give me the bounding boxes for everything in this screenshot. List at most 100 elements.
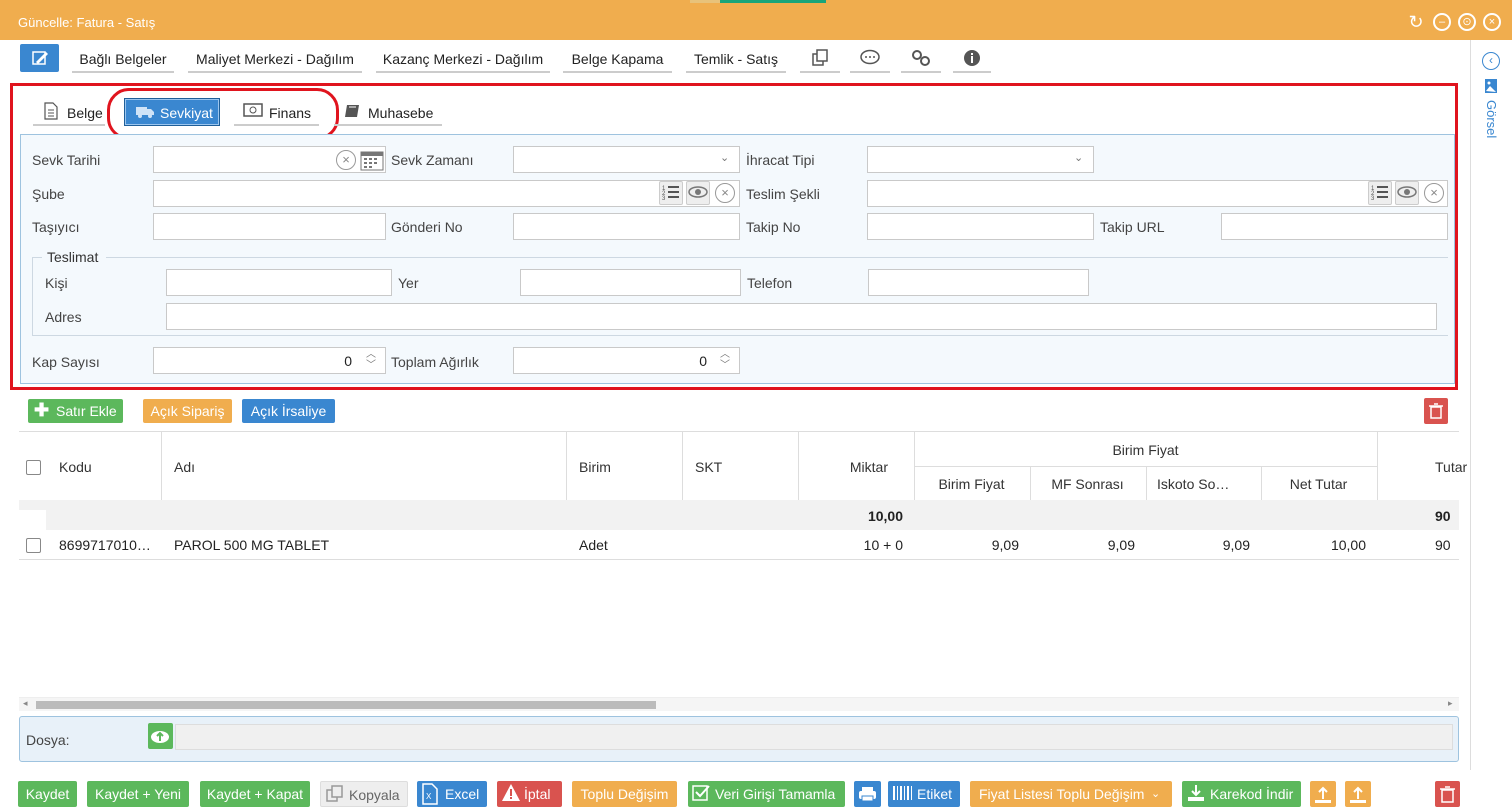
ihracat-tipi-select[interactable] xyxy=(867,146,1094,173)
refresh-icon[interactable]: ↻ xyxy=(1407,13,1425,31)
warning-icon xyxy=(501,783,521,810)
yer-input[interactable] xyxy=(520,269,741,296)
edit-button[interactable] xyxy=(20,44,59,72)
teslimat-legend: Teslimat xyxy=(47,249,99,265)
header-birim-fiyat[interactable]: Birim Fiyat xyxy=(914,476,1029,492)
spinner-icon[interactable]: ︿ ﹀ xyxy=(720,349,730,371)
kaydet-kapat-button[interactable]: Kaydet + Kapat xyxy=(200,781,310,807)
adres-input[interactable] xyxy=(166,303,1437,330)
delete-document-button[interactable] xyxy=(1435,781,1460,807)
teslim-sekli-input[interactable] xyxy=(867,180,1448,207)
scroll-left-icon[interactable]: ◂ xyxy=(23,698,28,709)
horizontal-scrollbar[interactable]: ◂ ▸ xyxy=(19,697,1459,711)
tab-muhasebe[interactable]: Muhasebe xyxy=(334,98,442,126)
takip-no-input[interactable] xyxy=(867,213,1094,240)
excel-button[interactable]: X Excel xyxy=(417,781,487,807)
kisi-input[interactable] xyxy=(166,269,392,296)
close-icon[interactable]: × xyxy=(1483,13,1501,31)
print-button[interactable] xyxy=(854,781,881,807)
veri-girisi-tamamla-button[interactable]: Veri Girişi Tamamla xyxy=(688,781,845,807)
ihracat-tipi-label: İhracat Tipi xyxy=(746,152,815,168)
fieldset-border xyxy=(32,335,1448,336)
document-icon xyxy=(43,102,59,123)
toolbar-maliyet-merkezi[interactable]: Maliyet Merkezi - Dağılım xyxy=(188,44,362,73)
eye-icon[interactable] xyxy=(1395,181,1419,205)
header-mf-sonrasi[interactable]: MF Sonrası xyxy=(1030,476,1145,492)
upload-button-2[interactable] xyxy=(1345,781,1371,807)
iptal-button[interactable]: İptal xyxy=(497,781,562,807)
tasiyici-input[interactable] xyxy=(153,213,386,240)
chevron-down-icon: ⌄ xyxy=(720,152,730,164)
kopyala-label: Kopyala xyxy=(349,787,400,803)
header-net-tutar[interactable]: Net Tutar xyxy=(1261,476,1376,492)
line-items-grid: Kodu Adı Birim SKT Miktar Birim Fiyat Bi… xyxy=(19,431,1467,711)
tab-muhasebe-label: Muhasebe xyxy=(368,105,434,121)
maximize-icon[interactable]: ⊙ xyxy=(1458,13,1476,31)
sevk-zamani-select[interactable] xyxy=(513,146,740,173)
telefon-input[interactable] xyxy=(868,269,1089,296)
sube-input[interactable] xyxy=(153,180,740,207)
toolbar-kazanc-merkezi[interactable]: Kazanç Merkezi - Dağılım xyxy=(376,44,550,73)
teslim-sekli-label: Teslim Şekli xyxy=(746,186,820,202)
fiyat-listesi-toplu-degisim-button[interactable]: Fiyat Listesi Toplu Değişim ⌄ xyxy=(970,781,1172,807)
karekod-indir-button[interactable]: Karekod İndir xyxy=(1182,781,1301,807)
scrollbar-thumb[interactable] xyxy=(36,701,656,709)
calendar-icon[interactable] xyxy=(360,149,384,174)
gorsel-tab[interactable]: Görsel xyxy=(1484,100,1499,138)
header-tutar[interactable]: Tutar xyxy=(1435,459,1467,475)
toolbar-belge-kapama[interactable]: Belge Kapama xyxy=(563,44,672,73)
kaydet-button[interactable]: Kaydet xyxy=(18,781,77,807)
tasiyici-label: Taşıyıcı xyxy=(32,219,80,235)
toolbar-temlik-satis[interactable]: Temlik - Satış xyxy=(686,44,786,73)
row-checkbox[interactable] xyxy=(26,538,41,553)
iptal-label: İptal xyxy=(524,786,551,802)
col-divider xyxy=(682,432,683,500)
toplam-agirlik-value: 0 xyxy=(699,353,707,369)
veri-girisi-label: Veri Girişi Tamamla xyxy=(715,786,836,802)
upload-button[interactable] xyxy=(1310,781,1336,807)
header-adi[interactable]: Adı xyxy=(174,459,195,475)
acik-siparis-button[interactable]: Açık Sipariş xyxy=(143,399,232,423)
dosya-drop-area[interactable] xyxy=(175,724,1453,750)
titlebar-accent-green xyxy=(720,0,826,3)
gonderi-no-input[interactable] xyxy=(513,213,740,240)
tab-sevkiyat[interactable]: Sevkiyat xyxy=(124,98,220,126)
copy-icon[interactable] xyxy=(800,44,840,73)
header-kodu[interactable]: Kodu xyxy=(59,459,92,475)
minimize-icon[interactable]: – xyxy=(1433,13,1451,31)
tab-belge[interactable]: Belge xyxy=(33,98,105,126)
satir-ekle-button[interactable]: ✚ Satır Ekle xyxy=(28,399,123,423)
select-all-checkbox[interactable] xyxy=(26,460,41,475)
karekod-indir-label: Karekod İndir xyxy=(1210,786,1294,802)
collapse-left-icon[interactable]: ‹ xyxy=(1482,52,1500,70)
list-icon[interactable]: 123 xyxy=(659,181,683,205)
kopyala-button[interactable]: Kopyala xyxy=(320,781,408,807)
scroll-right-icon[interactable]: ▸ xyxy=(1448,698,1453,709)
tab-finans[interactable]: Finans xyxy=(234,98,319,126)
header-birim[interactable]: Birim xyxy=(579,459,611,475)
list-icon[interactable]: 123 xyxy=(1368,181,1392,205)
clear-icon[interactable]: × xyxy=(715,183,735,203)
etiket-button[interactable]: Etiket xyxy=(888,781,960,807)
header-miktar[interactable]: Miktar xyxy=(799,459,888,475)
upload-cloud-icon[interactable] xyxy=(148,723,173,749)
toplu-degisim-button[interactable]: Toplu Değişim xyxy=(572,781,677,807)
delete-rows-button[interactable] xyxy=(1424,398,1448,424)
link-icon[interactable] xyxy=(901,44,941,73)
sube-label: Şube xyxy=(32,186,65,202)
info-icon[interactable] xyxy=(953,44,991,73)
spinner-icon[interactable]: ︿ ﹀ xyxy=(366,349,376,371)
clear-icon[interactable]: × xyxy=(1424,183,1444,203)
eye-icon[interactable] xyxy=(686,181,710,205)
kaydet-yeni-button[interactable]: Kaydet + Yeni xyxy=(87,781,189,807)
clear-icon[interactable]: × xyxy=(336,150,356,170)
takip-url-input[interactable] xyxy=(1221,213,1448,240)
acik-irsaliye-button[interactable]: Açık İrsaliye xyxy=(242,399,335,423)
comment-icon[interactable] xyxy=(850,44,890,73)
header-skt[interactable]: SKT xyxy=(695,459,722,475)
header-iskoto[interactable]: Iskoto So… xyxy=(1157,476,1229,492)
trash-icon xyxy=(1440,786,1455,803)
toolbar-bagli-belgeler[interactable]: Bağlı Belgeler xyxy=(72,44,174,73)
cell-birim-fiyat: 9,09 xyxy=(991,537,1019,553)
excel-icon: X xyxy=(422,783,438,810)
